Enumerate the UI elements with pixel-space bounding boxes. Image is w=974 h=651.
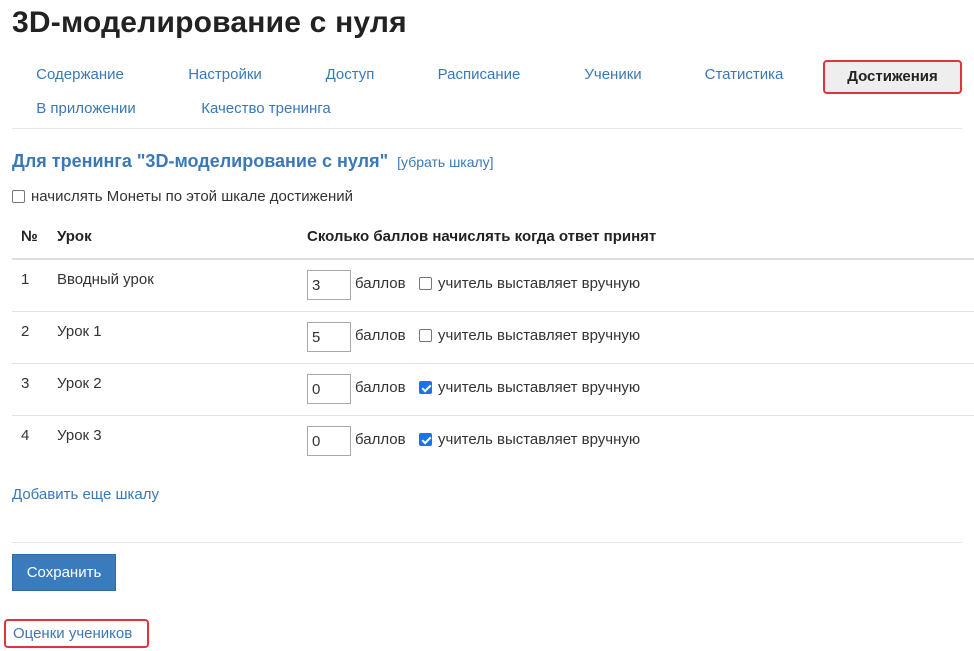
tabs-nav: Содержание Настройки Доступ Расписание У… — [12, 58, 962, 129]
points-unit: баллов — [355, 379, 406, 396]
points-unit: баллов — [355, 327, 406, 344]
scale-title: Для тренинга "3D-моделирование с нуля" — [12, 151, 389, 171]
points-input[interactable] — [307, 270, 351, 300]
tab-schedule[interactable]: Расписание — [414, 60, 544, 90]
points-input[interactable] — [307, 426, 351, 456]
coins-checkbox[interactable] — [12, 190, 25, 203]
table-row: 2 Урок 1 баллов учитель выставляет вручн… — [12, 312, 974, 364]
page-title: 3D-моделирование с нуля — [12, 6, 407, 39]
row-num: 2 — [21, 323, 30, 340]
row-lesson: Урок 1 — [57, 323, 102, 340]
tab-students[interactable]: Ученики — [566, 60, 660, 90]
manual-checkbox[interactable] — [419, 329, 432, 342]
tab-settings[interactable]: Настройки — [162, 60, 288, 90]
manual-option: учитель выставляет вручную — [419, 379, 640, 396]
coins-label: начислять Монеты по этой шкале достижени… — [31, 188, 354, 205]
tab-access[interactable]: Доступ — [302, 60, 398, 90]
manual-label: учитель выставляет вручную — [438, 379, 641, 396]
points-input[interactable] — [307, 322, 351, 352]
row-lesson: Урок 3 — [57, 427, 102, 444]
points-unit: баллов — [355, 431, 406, 448]
tab-statistics[interactable]: Статистика — [682, 60, 806, 90]
manual-checkbox[interactable] — [419, 433, 432, 446]
header-lesson: Урок — [57, 228, 92, 245]
manual-label: учитель выставляет вручную — [438, 431, 641, 448]
student-grades-link[interactable]: Оценки учеников — [4, 619, 149, 648]
tab-content[interactable]: Содержание — [12, 60, 148, 90]
divider — [12, 542, 962, 543]
manual-checkbox[interactable] — [419, 381, 432, 394]
points-input[interactable] — [307, 374, 351, 404]
manual-checkbox[interactable] — [419, 277, 432, 290]
tab-achievements[interactable]: Достижения — [823, 60, 962, 94]
scale-heading: Для тренинга "3D-моделирование с нуля" [… — [12, 151, 494, 172]
table-header: № Урок Сколько баллов начислять когда от… — [12, 218, 974, 260]
points-unit: баллов — [355, 275, 406, 292]
header-points: Сколько баллов начислять когда ответ при… — [307, 228, 657, 245]
manual-option: учитель выставляет вручную — [419, 275, 640, 292]
manual-option: учитель выставляет вручную — [419, 327, 640, 344]
row-num: 1 — [21, 271, 30, 288]
remove-scale-link[interactable]: [убрать шкалу] — [397, 154, 493, 170]
manual-label: учитель выставляет вручную — [438, 327, 641, 344]
row-lesson: Урок 2 — [57, 375, 102, 392]
points-table: № Урок Сколько баллов начислять когда от… — [12, 218, 974, 467]
table-row: 1 Вводный урок баллов учитель выставляет… — [12, 260, 974, 312]
manual-option: учитель выставляет вручную — [419, 431, 640, 448]
header-num: № — [21, 228, 38, 245]
row-lesson: Вводный урок — [57, 271, 154, 288]
manual-label: учитель выставляет вручную — [438, 275, 641, 292]
row-num: 4 — [21, 427, 30, 444]
tab-in-app[interactable]: В приложении — [12, 94, 160, 124]
table-row: 4 Урок 3 баллов учитель выставляет вручн… — [12, 416, 974, 467]
tab-training-quality[interactable]: Качество тренинга — [184, 94, 348, 124]
save-button[interactable]: Сохранить — [12, 554, 116, 591]
add-scale-link[interactable]: Добавить еще шкалу — [12, 486, 159, 503]
coins-option: начислять Монеты по этой шкале достижени… — [12, 188, 353, 205]
row-num: 3 — [21, 375, 30, 392]
table-row: 3 Урок 2 баллов учитель выставляет вручн… — [12, 364, 974, 416]
